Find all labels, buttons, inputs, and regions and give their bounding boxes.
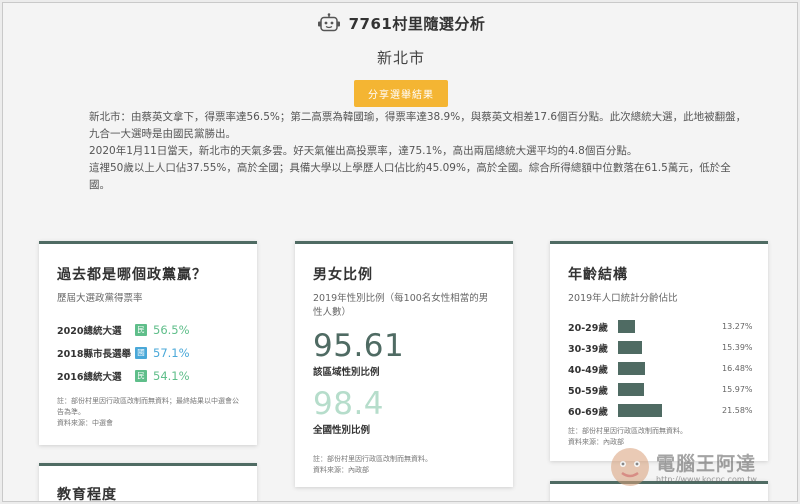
age-group-label: 60-69歲 — [568, 406, 608, 418]
age-bar — [618, 362, 646, 375]
card-subtitle: 歷屆大選政黨得票率 — [57, 293, 143, 304]
age-bar-track — [618, 341, 722, 354]
election-label: 2020總統大選 — [57, 325, 122, 337]
vote-share: 56.5% — [153, 322, 190, 337]
age-share: 21.58% — [722, 406, 753, 415]
party-list: 2020總統大選 民 56.5% 2018縣市長選舉 國 57.1% 2016總… — [39, 318, 257, 387]
age-group-label: 20-29歲 — [568, 322, 608, 334]
local-gender-ratio: 95.61 — [313, 328, 405, 364]
party-row: 2020總統大選 民 56.5% — [57, 318, 257, 341]
footnote-text: 註：部份村里因行政區改制而無資料。 — [313, 455, 432, 463]
national-ratio-label: 全國性別比例 — [313, 425, 371, 436]
vote-share: 54.1% — [153, 368, 190, 383]
summary-text: 新北市：由蔡英文拿下，得票率達56.5%；第二高票為韓國瑜，得票率達38.9%，… — [89, 109, 749, 194]
watermark: 電腦王阿達 http://www.kocpc.com.tw — [608, 445, 783, 491]
age-bar-track — [618, 404, 722, 417]
age-group-label: 50-59歲 — [568, 385, 608, 397]
watermark-text: 電腦王阿達 — [656, 453, 757, 475]
age-share: 15.97% — [722, 385, 753, 394]
age-row: 40-49歲 16.48% — [568, 358, 768, 379]
party-history-card: 過去都是哪個政黨贏？ 歷屆大選政黨得票率 2020總統大選 民 56.5% 20… — [39, 241, 257, 445]
age-group-label: 30-39歲 — [568, 343, 608, 355]
local-ratio-label: 該區域性別比例 — [313, 367, 380, 378]
footnote-text: 註：部份村里因行政區改制而無資料；最終結果以中選會公告為準。 — [57, 397, 239, 416]
age-structure-card: 年齡結構 2019年人口統計分齡佔比 20-29歲 13.27% 30-39歲 … — [550, 241, 768, 461]
party-row: 2018縣市長選舉 國 57.1% — [57, 341, 257, 364]
summary-line: 這裡50歲以上人口佔37.55%，高於全國；具備大學以上學歷人口佔比約45.09… — [89, 162, 731, 191]
card-footnote: 註：部份村里因行政區改制而無資料。 資料來源：內政部 — [313, 454, 499, 476]
age-bar-track — [618, 362, 722, 375]
age-share: 16.48% — [722, 364, 753, 373]
summary-line: 新北市：由蔡英文拿下，得票率達56.5%；第二高票為韓國瑜，得票率達38.9%，… — [89, 111, 747, 140]
vote-share: 57.1% — [153, 345, 190, 360]
gender-ratio-card: 男女比例 2019年性別比例（每100名女性相當的男性人數） 95.61 該區域… — [295, 241, 513, 487]
election-label: 2016總統大選 — [57, 371, 122, 383]
party-badge: 民 — [135, 323, 147, 336]
data-source: 資料來源：內政部 — [313, 466, 369, 474]
share-button[interactable]: 分享選舉結果 — [354, 80, 448, 107]
age-bar-track — [618, 383, 722, 396]
age-bar-track — [618, 320, 722, 333]
footnote-text: 註：部份村里因行政區改制而無資料。 — [568, 427, 687, 435]
age-share: 13.27% — [722, 322, 753, 331]
app-title: 7761村里隨選分析 — [348, 14, 486, 33]
robot-icon — [317, 13, 341, 33]
age-bar — [618, 404, 662, 417]
national-gender-ratio: 98.4 — [313, 386, 385, 422]
party-badge: 民 — [135, 369, 147, 382]
age-row: 60-69歲 21.58% — [568, 400, 768, 421]
card-footnote: 註：部份村里因行政區改制而無資料；最終結果以中選會公告為準。 資料來源：中選會 — [57, 396, 243, 429]
party-row: 2016總統大選 民 54.1% — [57, 364, 257, 387]
party-badge: 國 — [135, 346, 147, 359]
card-title: 男女比例 — [313, 267, 373, 283]
age-bar — [618, 341, 642, 354]
watermark-url: http://www.kocpc.com.tw — [656, 475, 757, 484]
election-label: 2018縣市長選舉 — [57, 348, 131, 360]
city-name: 新北市 — [376, 49, 425, 67]
education-card: 教育程度 — [39, 463, 257, 502]
age-group-label: 40-49歲 — [568, 364, 608, 376]
summary-line: 2020年1月11日當天，新北市的天氣多雲。好天氣催出高投票率，達75.1%，高… — [89, 145, 638, 157]
watermark-mascot-icon — [611, 448, 649, 486]
card-subtitle: 2019年人口統計分齡佔比 — [568, 293, 678, 304]
card-subtitle: 2019年性別比例（每100名女性相當的男性人數） — [313, 293, 489, 318]
data-source: 資料來源：中選會 — [57, 419, 113, 427]
age-bar — [618, 383, 644, 396]
card-title: 教育程度 — [57, 487, 117, 502]
age-row: 30-39歲 15.39% — [568, 337, 768, 358]
page-header: 7761村里隨選分析 新北市 分享選舉結果 — [3, 11, 797, 107]
card-title: 年齡結構 — [568, 267, 628, 283]
age-bar-list: 20-29歲 13.27% 30-39歲 15.39% 40-49歲 16.48… — [550, 316, 768, 421]
age-share: 15.39% — [722, 343, 753, 352]
card-title: 過去都是哪個政黨贏？ — [57, 267, 207, 283]
age-bar — [618, 320, 635, 333]
age-row: 50-59歲 15.97% — [568, 379, 768, 400]
page-frame: 7761村里隨選分析 新北市 分享選舉結果 新北市：由蔡英文拿下，得票率達56.… — [2, 2, 798, 502]
age-row: 20-29歲 13.27% — [568, 316, 768, 337]
title-row: 7761村里隨選分析 — [3, 11, 797, 35]
